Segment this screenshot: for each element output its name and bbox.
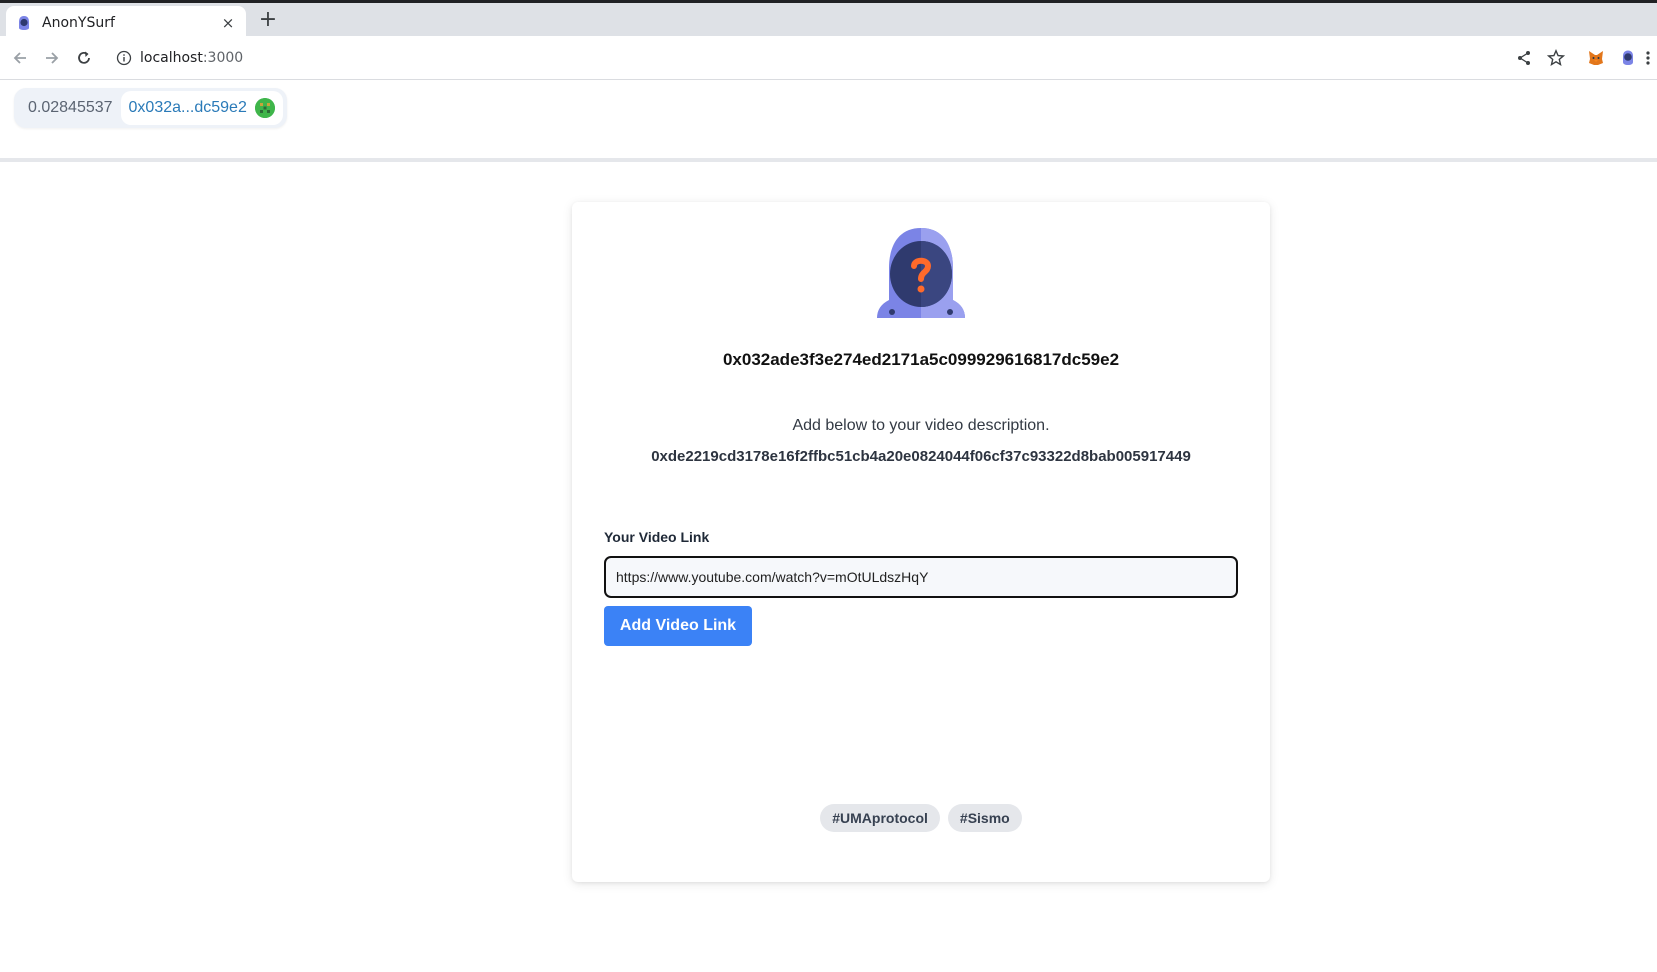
tag-sismo[interactable]: #Sismo <box>947 804 1022 832</box>
account-address-button[interactable]: 0x032a...dc59e2 <box>120 91 283 125</box>
url-host: localhost <box>140 50 203 66</box>
account-address: 0x032a...dc59e2 <box>128 99 247 116</box>
menu-icon[interactable] <box>1642 46 1654 70</box>
video-link-label: Your Video Link <box>604 529 710 545</box>
share-icon[interactable] <box>1512 46 1536 70</box>
tab-title: AnonYSurf <box>42 15 115 31</box>
wallet-connect-pill[interactable]: 0.02845537 0x032a...dc59e2 <box>14 88 287 128</box>
forward-arrow-icon[interactable] <box>40 46 64 70</box>
instruction-text: Add below to your video description. <box>792 417 1050 434</box>
metamask-icon[interactable] <box>1584 46 1608 70</box>
back-arrow-icon[interactable] <box>8 46 32 70</box>
url-port: :3000 <box>202 50 244 66</box>
info-icon[interactable] <box>116 50 132 66</box>
account-avatar <box>254 98 275 118</box>
extension-icon[interactable] <box>1616 46 1640 70</box>
browser-toolbar: localhost:3000 <box>0 36 1657 80</box>
reload-icon[interactable] <box>72 46 96 70</box>
app-header: 0.02845537 0x032a...dc59e2 <box>0 80 1657 162</box>
address-bar[interactable]: localhost:3000 <box>108 42 1508 74</box>
anonymous-hood-favicon-icon <box>19 16 29 30</box>
star-icon[interactable] <box>1544 46 1568 70</box>
main-card: 0x032ade3f3e274ed2171a5c099929616817dc59… <box>572 202 1270 882</box>
video-link-input[interactable] <box>604 556 1238 598</box>
add-video-link-button[interactable]: Add Video Link <box>604 606 752 646</box>
tag-list: #UMAprotocol #Sismo <box>572 804 1270 832</box>
wallet-balance: 0.02845537 <box>28 99 113 116</box>
browser-tabstrip: AnonYSurf × + <box>0 0 1657 40</box>
browser-tab[interactable]: AnonYSurf × <box>6 6 246 40</box>
owner-wallet-address: 0x032ade3f3e274ed2171a5c099929616817dc59… <box>722 350 1120 369</box>
tab-close-icon[interactable]: × <box>220 14 236 32</box>
anonymous-hood-logo-icon <box>877 228 965 318</box>
tag-umaprotocol[interactable]: #UMAprotocol <box>820 804 940 832</box>
description-hash: 0xde2219cd3178e16f2ffbc51cb4a20e0824044f… <box>651 448 1191 465</box>
new-tab-button[interactable]: + <box>256 9 280 33</box>
